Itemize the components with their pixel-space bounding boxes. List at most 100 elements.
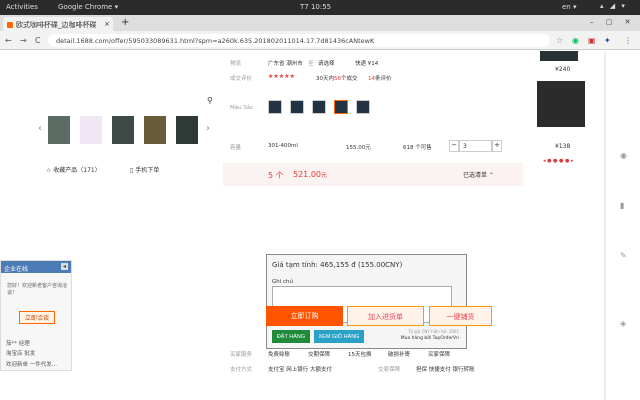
- service-item[interactable]: 15天包换: [348, 350, 372, 358]
- extension-puzzle-icon[interactable]: ✦: [604, 36, 611, 45]
- total-count: 5 个: [268, 171, 284, 180]
- place-order-button[interactable]: ĐẶT HÀNG: [272, 330, 310, 343]
- reload-icon[interactable]: C: [35, 36, 41, 45]
- ship-from: 广东省 潮州市: [268, 61, 303, 67]
- menu-icon[interactable]: ⋮: [624, 36, 632, 45]
- service-item[interactable]: 免费赊账: [268, 350, 290, 358]
- scrollbar-track[interactable]: [604, 51, 606, 400]
- product-thumbnail[interactable]: [48, 116, 70, 144]
- rec-image[interactable]: [540, 51, 578, 61]
- collapse-icon[interactable]: ◂: [60, 263, 68, 270]
- shipping-fee: 快递 ¥14: [355, 61, 379, 67]
- os-top-bar: Activities Google Chrome ▾ T7 10:55 en ▾…: [0, 0, 640, 15]
- tool-icon[interactable]: ◉: [620, 151, 627, 160]
- view-cart-button[interactable]: XEM GIỎ HÀNG: [314, 330, 364, 343]
- service-item[interactable]: 买家保障: [428, 350, 450, 358]
- panel-title: 企业在线: [4, 266, 29, 273]
- reviews-link[interactable]: 14条评价: [368, 74, 392, 82]
- mobile-order-link[interactable]: ▯ 手机下单: [130, 165, 159, 174]
- product-thumbnail[interactable]: [112, 116, 134, 144]
- stock-count: 618 个可售: [403, 145, 432, 151]
- bookmark-star-icon[interactable]: ☆: [556, 36, 563, 45]
- zoom-icon[interactable]: ⚲: [207, 96, 213, 105]
- buy-now-button[interactable]: 立即订购: [266, 306, 343, 326]
- rec-image[interactable]: [537, 81, 585, 127]
- rate-note: Tỷ giá CNY hiện tại: 3001: [408, 329, 459, 334]
- qty-label: 容量: [230, 145, 242, 151]
- language-selector[interactable]: en ▾: [562, 3, 576, 11]
- estimated-total: Giá tạm tính: 465,155 đ (155.00CNY): [272, 261, 403, 269]
- total-price-value: 521.00: [293, 170, 321, 179]
- color-swatch-selected[interactable]: [334, 100, 348, 114]
- selected-list-toggle[interactable]: 已选清单 ⌃: [463, 170, 494, 179]
- total-price: 521.00元: [293, 170, 327, 179]
- tab-product[interactable]: 欧式咖啡杯碟_边咖啡杯碟 ×: [3, 17, 113, 31]
- tab-title: 欧式咖啡杯碟_边咖啡杯碟: [16, 21, 97, 29]
- rec-price: ¥138: [555, 143, 571, 150]
- forward-icon[interactable]: →: [20, 36, 27, 45]
- order-tool-panel: Giá tạm tính: 465,155 đ (155.00CNY) Ghi …: [266, 254, 467, 349]
- service-item[interactable]: 破损补寄: [388, 350, 410, 358]
- extension-icon[interactable]: ▣: [588, 36, 596, 45]
- color-swatch[interactable]: [268, 100, 282, 114]
- reviews-label: 条评价: [375, 76, 392, 82]
- new-tab-button[interactable]: +: [121, 17, 129, 28]
- tool-icon[interactable]: ◈: [620, 319, 626, 328]
- guarantee-methods: 担保 快捷支付 银行转账: [416, 367, 475, 373]
- color-swatch[interactable]: [290, 100, 304, 114]
- color-swatch[interactable]: [312, 100, 326, 114]
- extension-icon[interactable]: ◉: [572, 36, 579, 45]
- window-controls[interactable]: – ▢ ✕: [590, 18, 635, 26]
- rec-pager[interactable]: ◂ ● ● ● ● ▸: [543, 158, 573, 164]
- variant-row: 容量 301-400ml 155.00元 618 个可售 − 3 +: [223, 135, 523, 159]
- reviews-count: 14: [368, 76, 375, 82]
- contact-line[interactable]: 茄** 经理: [6, 339, 30, 347]
- activities-button[interactable]: Activities: [6, 3, 38, 11]
- rating-stars: ★★★★★: [268, 73, 295, 80]
- panel-header: 企业在线 ◂: [1, 261, 71, 273]
- product-thumbnail[interactable]: [80, 116, 102, 144]
- product-thumbnail[interactable]: [144, 116, 166, 144]
- qty-minus-button[interactable]: −: [449, 140, 459, 152]
- deals-info: 30天内56个成交: [316, 74, 358, 82]
- site-favicon-icon: [7, 22, 13, 28]
- system-tray[interactable]: ▴ ◢ ▾: [600, 2, 627, 10]
- gallery-next-arrow[interactable]: ›: [206, 123, 210, 134]
- online-service-panel: 企业在线 ◂ 您好！欢迎新老客户咨询洽谈！ 立即洽谈 茄** 经理 淘宝店 批发 …: [0, 260, 72, 371]
- variant-name: 301-400ml: [268, 143, 298, 149]
- tab-close-icon[interactable]: ×: [104, 20, 110, 28]
- rec-price: ¥240: [555, 66, 571, 73]
- contact-line[interactable]: 欢迎新单 一件代发...: [6, 360, 57, 368]
- total-price-unit: 元: [321, 172, 328, 179]
- url-text: detail.1688.com/offer/595033089631.html?…: [56, 37, 375, 45]
- deals-prefix: 30天内: [316, 76, 334, 82]
- color-label: Màu Sắc: [230, 105, 254, 111]
- payment-methods: 支付宝 网上银行 大额支付: [268, 367, 332, 373]
- ship-to-select[interactable]: 请选择: [318, 59, 335, 67]
- tool-credit: Mua hàng bởi TopOrderVn: [400, 336, 459, 341]
- clock[interactable]: T7 10:55: [300, 3, 331, 11]
- product-thumbnail[interactable]: [176, 116, 198, 144]
- qty-input[interactable]: 3: [459, 140, 492, 152]
- add-to-list-button[interactable]: 加入进货单: [347, 306, 424, 326]
- url-field[interactable]: detail.1688.com/offer/595033089631.html?…: [48, 34, 550, 47]
- back-icon[interactable]: ←: [5, 36, 12, 45]
- order-summary-bar: 5 个 521.00元 已选清单 ⌃: [223, 163, 523, 186]
- deals-count: 56: [334, 76, 341, 82]
- service-item[interactable]: 交期保障: [308, 350, 330, 358]
- qty-plus-button[interactable]: +: [492, 140, 502, 152]
- contact-line[interactable]: 淘宝店 批发: [6, 349, 35, 357]
- app-menu[interactable]: Google Chrome ▾: [58, 3, 118, 11]
- rating-label: 成交评价: [230, 76, 253, 82]
- tool-icon[interactable]: ✎: [620, 251, 627, 260]
- welcome-message: 您好！欢迎新老客户咨询洽谈！: [7, 283, 68, 296]
- one-click-listing-button[interactable]: 一键铺货: [429, 306, 492, 326]
- tool-icon[interactable]: ▮: [620, 201, 624, 210]
- ship-to-sep: 至: [308, 61, 314, 67]
- services-label: 买家服务: [230, 352, 253, 358]
- chat-now-button[interactable]: 立即洽谈: [19, 311, 55, 324]
- color-swatch[interactable]: [356, 100, 370, 114]
- collect-product-link[interactable]: ☆ 收藏产品（171）: [46, 165, 101, 174]
- gallery-prev-arrow[interactable]: ‹: [38, 123, 42, 134]
- address-bar-row: ← → C detail.1688.com/offer/595033089631…: [0, 31, 640, 50]
